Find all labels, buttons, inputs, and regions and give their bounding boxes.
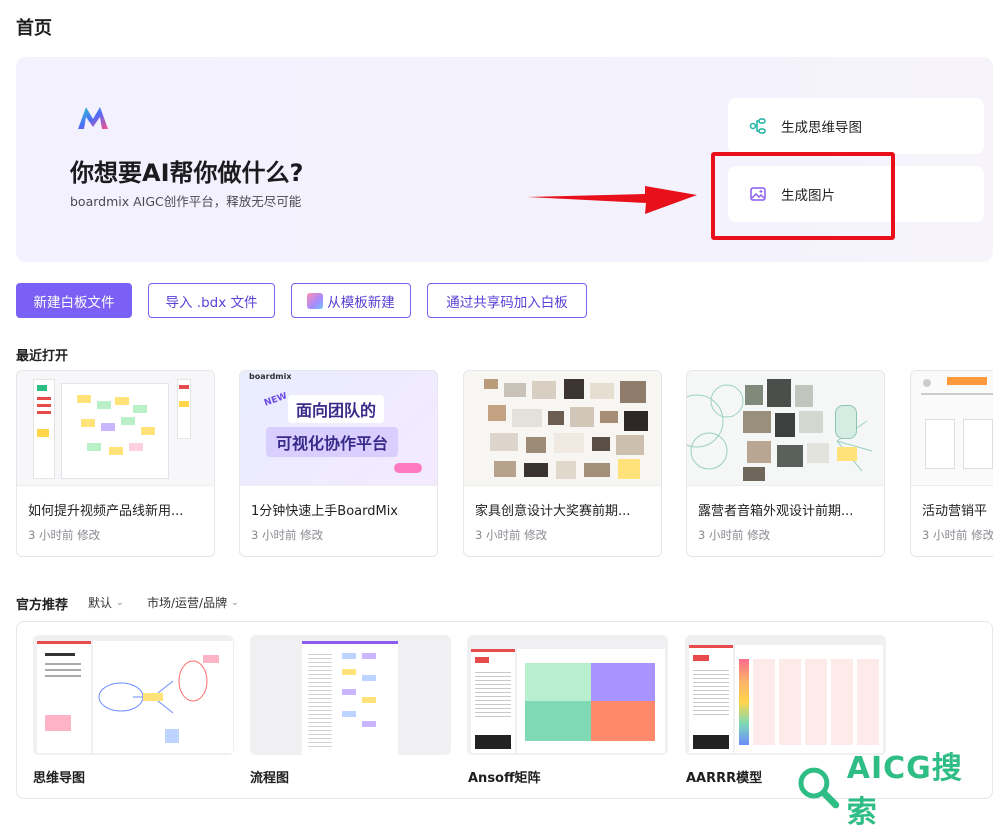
import-bdx-button[interactable]: 导入 .bdx 文件 [148,283,275,318]
template-label: 思维导图 [33,771,86,786]
recent-card-thumbnail [464,371,661,486]
template-card-aarrr[interactable] [685,635,886,755]
template-card-mindmap[interactable] [33,635,234,755]
recent-card-name: 露营者音箱外观设计前期... [698,504,854,519]
generate-mindmap-label: 生成思维导图 [781,120,862,136]
chevron-down-icon: ⌄ [231,597,239,608]
recent-card-name: 活动营销平 [922,504,988,519]
chevron-down-icon: ⌄ [116,597,124,608]
recent-card[interactable]: 如何提升视频产品线新用... 3 小时前 修改 [16,370,215,557]
watermark: AICG搜索 [795,751,993,830]
template-label: 流程图 [250,771,290,786]
recent-card[interactable]: 活动营销平 3 小时前 修改 [910,370,993,557]
recent-card-meta: 3 小时前 修改 [251,528,324,542]
red-arrow-annotation [527,186,697,214]
category-dropdown-value: 市场/运营/品牌 [147,596,228,610]
red-highlight-box [711,152,895,240]
template-label: Ansoff矩阵 [468,771,541,786]
recent-card[interactable]: boardmix NEW 面向团队的 可视化协作平台 1分钟快速上手BoardM… [239,370,438,557]
recent-card[interactable]: 家具创意设计大奖赛前期... 3 小时前 修改 [463,370,662,557]
thumb-line1: 面向团队的 [288,395,385,423]
hero-subtitle: boardmix AIGC创作平台，释放无尽可能 [70,194,302,209]
recent-card[interactable]: 露营者音箱外观设计前期... 3 小时前 修改 [686,370,885,557]
generate-mindmap-card[interactable]: 生成思维导图 [728,98,984,154]
recent-card-thumbnail: boardmix NEW 面向团队的 可视化协作平台 [240,371,437,486]
new-from-template-label: 从模板新建 [327,294,395,311]
template-label: AARRR模型 [686,771,763,786]
recent-card-meta: 3 小时前 修改 [28,528,101,542]
sort-dropdown-value: 默认 [88,596,113,610]
recent-card-name: 如何提升视频产品线新用... [28,504,184,519]
category-dropdown[interactable]: 市场/运营/品牌 ⌄ [147,594,239,611]
recent-card-thumbnail [687,371,884,486]
mindmap-icon [748,116,768,136]
thumb-line2: 可视化协作平台 [266,427,399,457]
new-from-template-button[interactable]: 从模板新建 [291,283,411,318]
recent-card-meta: 3 小时前 修改 [922,528,993,542]
recent-card-name: 家具创意设计大奖赛前期... [475,504,631,519]
official-section-title: 官方推荐 [16,598,69,613]
template-card-ansoff[interactable] [467,635,668,755]
boardmix-logo-icon [78,107,108,129]
page-title: 首页 [16,18,52,39]
thumb-brand: boardmix [249,372,292,381]
watermark-text: AICG搜索 [846,751,963,830]
recent-section-title: 最近打开 [16,349,69,364]
new-board-button[interactable]: 新建白板文件 [16,283,132,318]
template-icon [307,292,324,309]
recent-card-meta: 3 小时前 修改 [698,528,771,542]
sort-dropdown[interactable]: 默认 ⌄ [88,594,124,611]
recent-card-thumbnail [17,371,214,486]
recent-card-thumbnail [911,371,993,486]
hero-title: 你想要AI帮你做什么? [70,159,304,187]
recent-card-meta: 3 小时前 修改 [475,528,548,542]
magnifier-icon [798,767,840,809]
template-card-flowchart[interactable] [250,635,451,755]
recent-card-name: 1分钟快速上手BoardMix [251,504,398,519]
join-by-code-button[interactable]: 通过共享码加入白板 [427,283,587,318]
